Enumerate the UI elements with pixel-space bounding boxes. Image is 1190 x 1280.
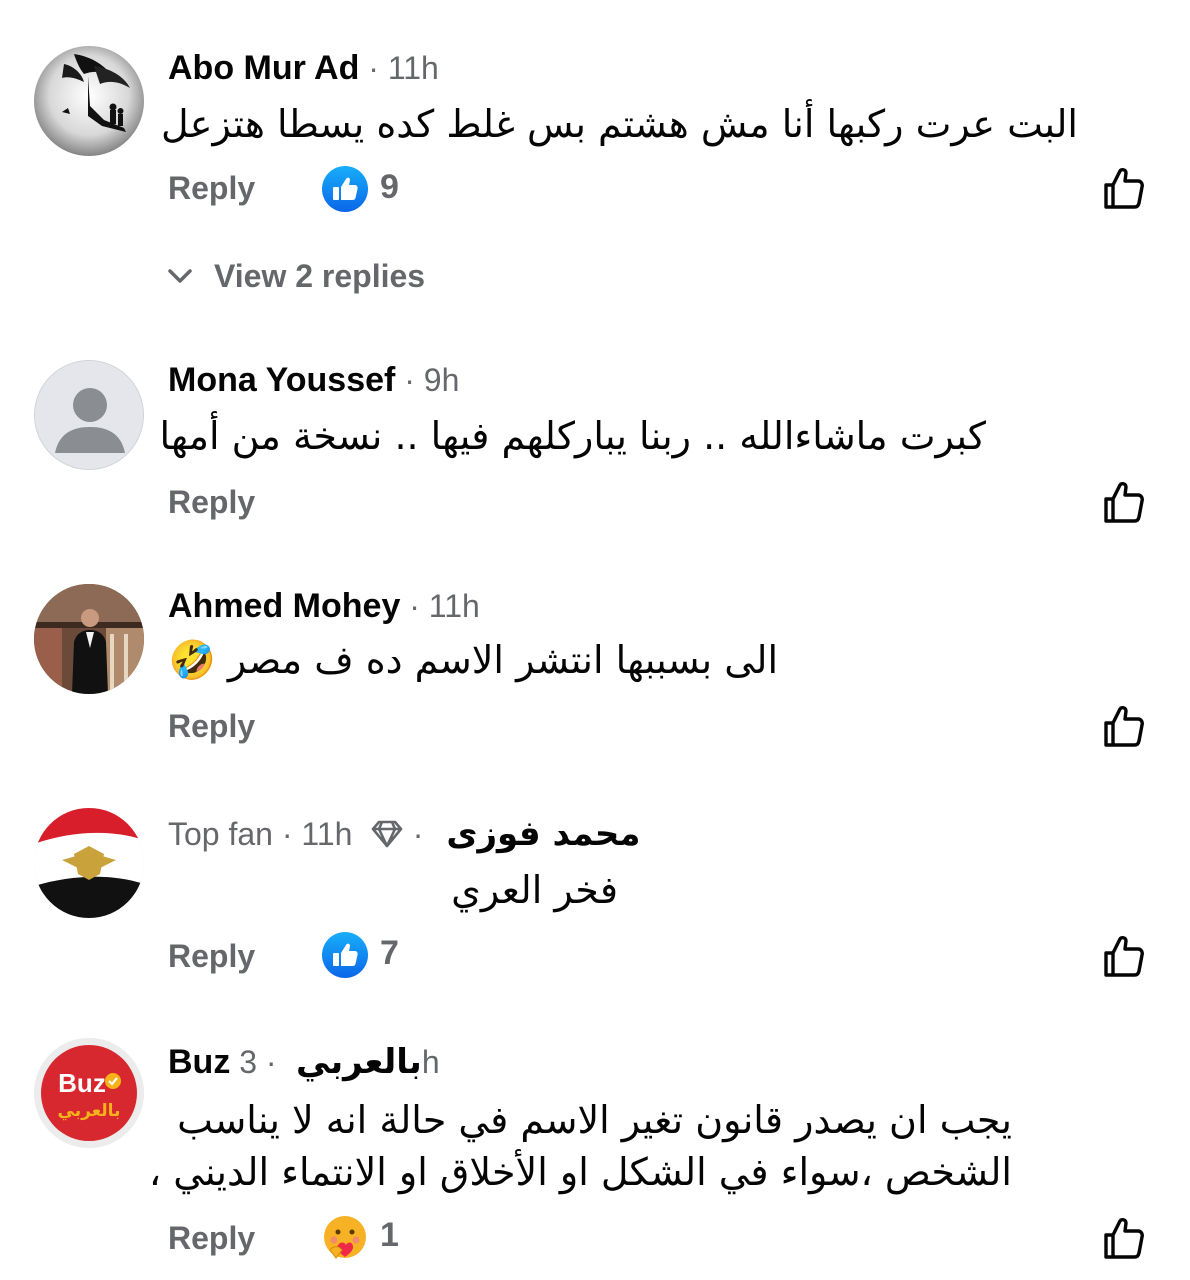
avatar-logo-text-1: Buz (58, 1068, 106, 1098)
avatar-abo-mur-ad[interactable] (34, 46, 144, 156)
comment-text: الى بسببها انتشر الاسم ده ف مصر 🤣 (168, 632, 778, 688)
commenter-name-part2[interactable]: بالعربي (296, 1042, 422, 1082)
chevron-down-icon (168, 269, 192, 283)
care-reaction-icon (324, 1216, 366, 1259)
comment-timestamp-part2: h (421, 1044, 440, 1080)
view-replies-label: View 2 replies (214, 258, 426, 294)
commenter-name[interactable]: محمد فوزى (446, 814, 640, 854)
comment-author-line: Ahmed Mohey · 11h (168, 586, 480, 626)
comment-text-line-2: الشخص ،سواء في الشكل او الأخلاق او الانت… (148, 1150, 1012, 1194)
commenter-name[interactable]: Abo Mur Ad (168, 49, 359, 87)
reply-button[interactable]: Reply (168, 1220, 255, 1257)
reaction-count: 9 (380, 168, 399, 206)
meta-separator: · (403, 816, 433, 852)
reply-button[interactable]: Reply (168, 484, 255, 521)
avatar-logo-text-2: بالعربي (58, 1101, 121, 1121)
comment-author-line: Buz 3 · بالعربيh (168, 1042, 440, 1082)
comment-author-line: Abo Mur Ad · 11h (168, 48, 439, 88)
reply-button[interactable]: Reply (168, 708, 255, 745)
commenter-name[interactable]: Ahmed Mohey (168, 587, 400, 625)
like-reaction-icon (322, 166, 368, 212)
comment-timestamp-part1: 3 (230, 1044, 258, 1080)
top-fan-badge-timestamp: Top fan · 11h (168, 816, 353, 852)
like-icon[interactable] (1100, 164, 1148, 212)
commenter-name-part1[interactable]: Buz (168, 1043, 230, 1081)
avatar-mona-youssef[interactable] (34, 360, 144, 470)
comment-text-content: الى بسببها انتشر الاسم ده ف مصر (227, 638, 778, 682)
comment-text: كبرت ماشاءالله .. ربنا يباركلهم فيها .. … (159, 414, 986, 458)
comment-timestamp: · 9h (395, 362, 460, 398)
reply-button[interactable]: Reply (168, 938, 255, 975)
comment-author-line: Top fan · 11h · محمد فوزى (168, 814, 640, 854)
comment-text: البت عرت ركبها أنا مش هشتم بس غلط كده يس… (161, 102, 1078, 146)
like-reaction-icon (322, 932, 368, 978)
commenter-name[interactable]: Mona Youssef (168, 361, 395, 399)
reaction-count: 7 (380, 934, 399, 972)
avatar-buz-bilarabi[interactable]: Buz بالعربي (34, 1038, 144, 1148)
avatar-egypt-flag[interactable] (34, 808, 144, 918)
like-icon[interactable] (1100, 702, 1148, 750)
reaction-count: 1 (380, 1216, 399, 1254)
like-icon[interactable] (1100, 932, 1148, 980)
like-icon[interactable] (1100, 1214, 1148, 1262)
like-icon[interactable] (1100, 478, 1148, 526)
comment-timestamp: · 11h (359, 50, 439, 86)
comment-author-line: Mona Youssef · 9h (168, 360, 459, 400)
comment-text: فخر العري (451, 868, 618, 912)
rofl-emoji: 🤣 (168, 638, 216, 682)
comment-timestamp: · 11h (400, 588, 480, 624)
reply-button[interactable]: Reply (168, 170, 255, 207)
diamond-icon (371, 820, 403, 848)
comment-text-line-1: يجب ان يصدر قانون تغير الاسم في حالة انه… (177, 1098, 1012, 1142)
meta-separator: · (257, 1044, 277, 1080)
avatar-ahmed-mohey[interactable] (34, 584, 144, 694)
